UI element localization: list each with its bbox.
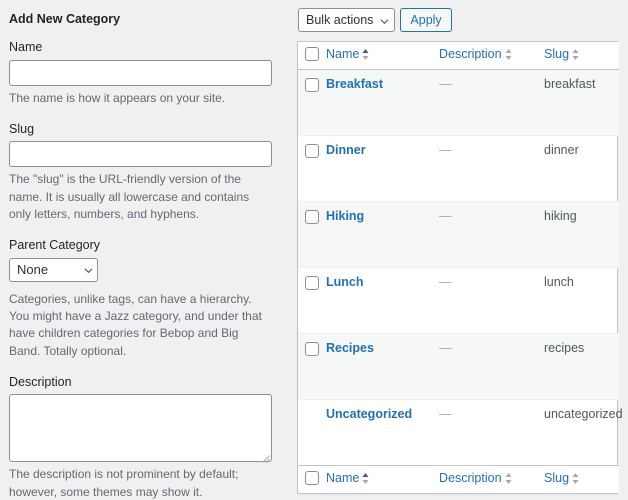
row-select-cell (298, 267, 326, 334)
row-description-cell: — (439, 407, 452, 421)
category-link[interactable]: Hiking (326, 209, 364, 223)
row-description-cell: — (439, 69, 544, 136)
row-slug-cell: lunch (544, 267, 619, 334)
row-name-cell: Uncategorized (326, 400, 439, 466)
bulk-actions-value: Bulk actions (306, 13, 374, 27)
row-slug-cell: hiking (544, 201, 619, 268)
row-select-cell (298, 333, 326, 400)
table-toolbar: Bulk actions Apply (297, 6, 628, 34)
sort-by-slug-top[interactable]: Slug (544, 47, 579, 61)
row-slug-cell: breakfast (544, 69, 619, 136)
row-slug-cell: dinner (544, 135, 619, 202)
table-row: Breakfast — breakfast (298, 69, 619, 136)
category-link[interactable]: Dinner (326, 143, 366, 157)
page-title: Add New Category (9, 12, 121, 26)
category-link[interactable]: Uncategorized (326, 407, 412, 421)
column-header-description: Description (439, 42, 544, 70)
column-label-name-top: Name (326, 47, 360, 61)
table-row: Dinner — dinner (298, 135, 619, 202)
row-name-cell: Breakfast (326, 69, 439, 136)
resize-handle-icon[interactable] (261, 451, 270, 464)
sort-arrows-icon (572, 48, 579, 60)
row-name-cell: Hiking (326, 201, 439, 268)
parent-category-help: Categories, unlike tags, can have a hier… (9, 291, 262, 358)
row-checkbox[interactable] (305, 144, 319, 158)
description-field-help: The description is not prominent by defa… (9, 467, 239, 499)
sort-by-name-bottom[interactable]: Name (326, 471, 369, 485)
bulk-actions-select[interactable]: Bulk actions (298, 8, 396, 32)
category-link[interactable]: Lunch (326, 275, 364, 289)
sort-arrows-icon (572, 472, 579, 484)
select-all-checkbox-bottom[interactable] (305, 471, 319, 485)
category-link[interactable]: Breakfast (326, 77, 383, 91)
row-description-cell: — (439, 201, 544, 268)
row-slug-cell: uncategorized (544, 407, 623, 421)
row-select-cell (298, 400, 326, 466)
table-body: Breakfast — breakfast Dinner — dinner Hi… (298, 69, 623, 466)
category-link[interactable]: Recipes (326, 341, 374, 355)
column-footer-description: Description (439, 465, 544, 493)
row-checkbox[interactable] (305, 276, 319, 290)
column-label-description-top: Description (439, 47, 502, 61)
table-header-row: Name Description Slug (298, 42, 619, 70)
row-checkbox[interactable] (305, 78, 319, 92)
table-row: Uncategorized — uncategorized (298, 400, 623, 466)
row-description-cell: — (439, 135, 544, 202)
row-select-cell (298, 69, 326, 136)
column-footer-name: Name (326, 465, 439, 493)
sort-by-name-top[interactable]: Name (326, 47, 369, 61)
description-field-label: Description (9, 375, 72, 390)
apply-button[interactable]: Apply (400, 8, 452, 32)
column-header-name: Name (326, 42, 439, 70)
parent-category-value: None (17, 261, 49, 277)
description-textarea[interactable] (9, 394, 272, 464)
add-new-category-form: Add New Category Name The name is how it… (0, 0, 290, 500)
row-description-cell: — (439, 333, 544, 400)
table-row: Lunch — lunch (298, 267, 619, 334)
name-field-help: The name is how it appears on your site. (9, 90, 226, 105)
row-select-cell (298, 135, 326, 202)
column-footer-slug: Slug (544, 465, 619, 493)
sort-by-description-top[interactable]: Description (439, 47, 512, 61)
row-checkbox[interactable] (305, 342, 319, 356)
slug-input[interactable] (9, 141, 272, 168)
categories-admin-page: Add New Category Name The name is how it… (0, 0, 628, 500)
categories-table: Name Description Slug Breakfast — breakf… (298, 42, 623, 493)
parent-category-label: Parent Category (9, 238, 101, 253)
categories-table-wrapper: Name Description Slug Breakfast — breakf… (297, 41, 623, 494)
select-all-checkbox-top[interactable] (305, 47, 319, 61)
column-label-description-bottom: Description (439, 471, 502, 485)
name-field-label: Name (9, 40, 43, 55)
sort-by-description-bottom[interactable]: Description (439, 471, 512, 485)
sort-by-slug-bottom[interactable]: Slug (544, 471, 579, 485)
row-description-cell: — (439, 267, 544, 334)
row-select-cell (298, 201, 326, 268)
sort-arrows-icon (505, 48, 512, 60)
table-row: Hiking — hiking (298, 201, 619, 268)
column-header-slug: Slug (544, 42, 619, 70)
name-input[interactable] (9, 59, 272, 86)
sort-arrows-icon (362, 472, 369, 484)
chevron-down-icon (380, 17, 389, 25)
parent-category-select[interactable]: None (9, 257, 98, 282)
select-all-header (298, 42, 326, 70)
sort-arrows-icon (505, 472, 512, 484)
sort-arrows-icon (362, 48, 369, 60)
table-footer: Name Description Slug (298, 465, 619, 493)
row-name-cell: Lunch (326, 267, 439, 334)
column-label-slug-top: Slug (544, 47, 570, 61)
slug-field-help: The "slug" is the URL-friendly version o… (9, 172, 250, 221)
table-row: Recipes — recipes (298, 333, 619, 400)
row-name-cell: Dinner (326, 135, 439, 202)
row-slug-cell: recipes (544, 333, 619, 400)
table-header: Name Description Slug (298, 42, 619, 70)
row-checkbox[interactable] (305, 210, 319, 224)
column-label-slug-bottom: Slug (544, 471, 570, 485)
column-label-name-bottom: Name (326, 471, 360, 485)
slug-field-label: Slug (9, 121, 35, 136)
table-footer-row: Name Description Slug (298, 465, 619, 493)
select-all-footer (298, 465, 326, 493)
categories-list-panel: Bulk actions Apply Name Description Slug… (290, 0, 628, 500)
row-name-cell: Recipes (326, 333, 439, 400)
